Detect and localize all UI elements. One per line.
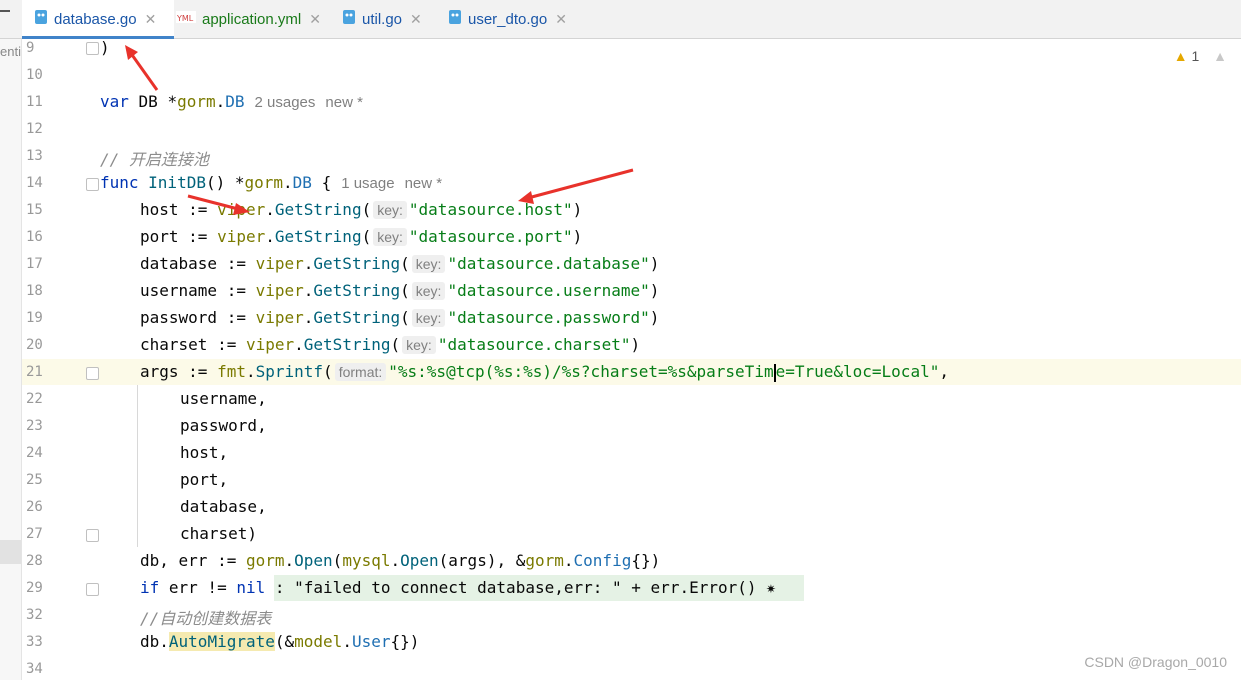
red-arrow-icon: [187, 194, 250, 215]
watermark: CSDN @Dragon_0010: [1084, 654, 1227, 670]
red-arrow-icon: [518, 168, 634, 204]
annotation-arrows: [125, 45, 634, 215]
red-arrow-icon: [125, 45, 159, 91]
